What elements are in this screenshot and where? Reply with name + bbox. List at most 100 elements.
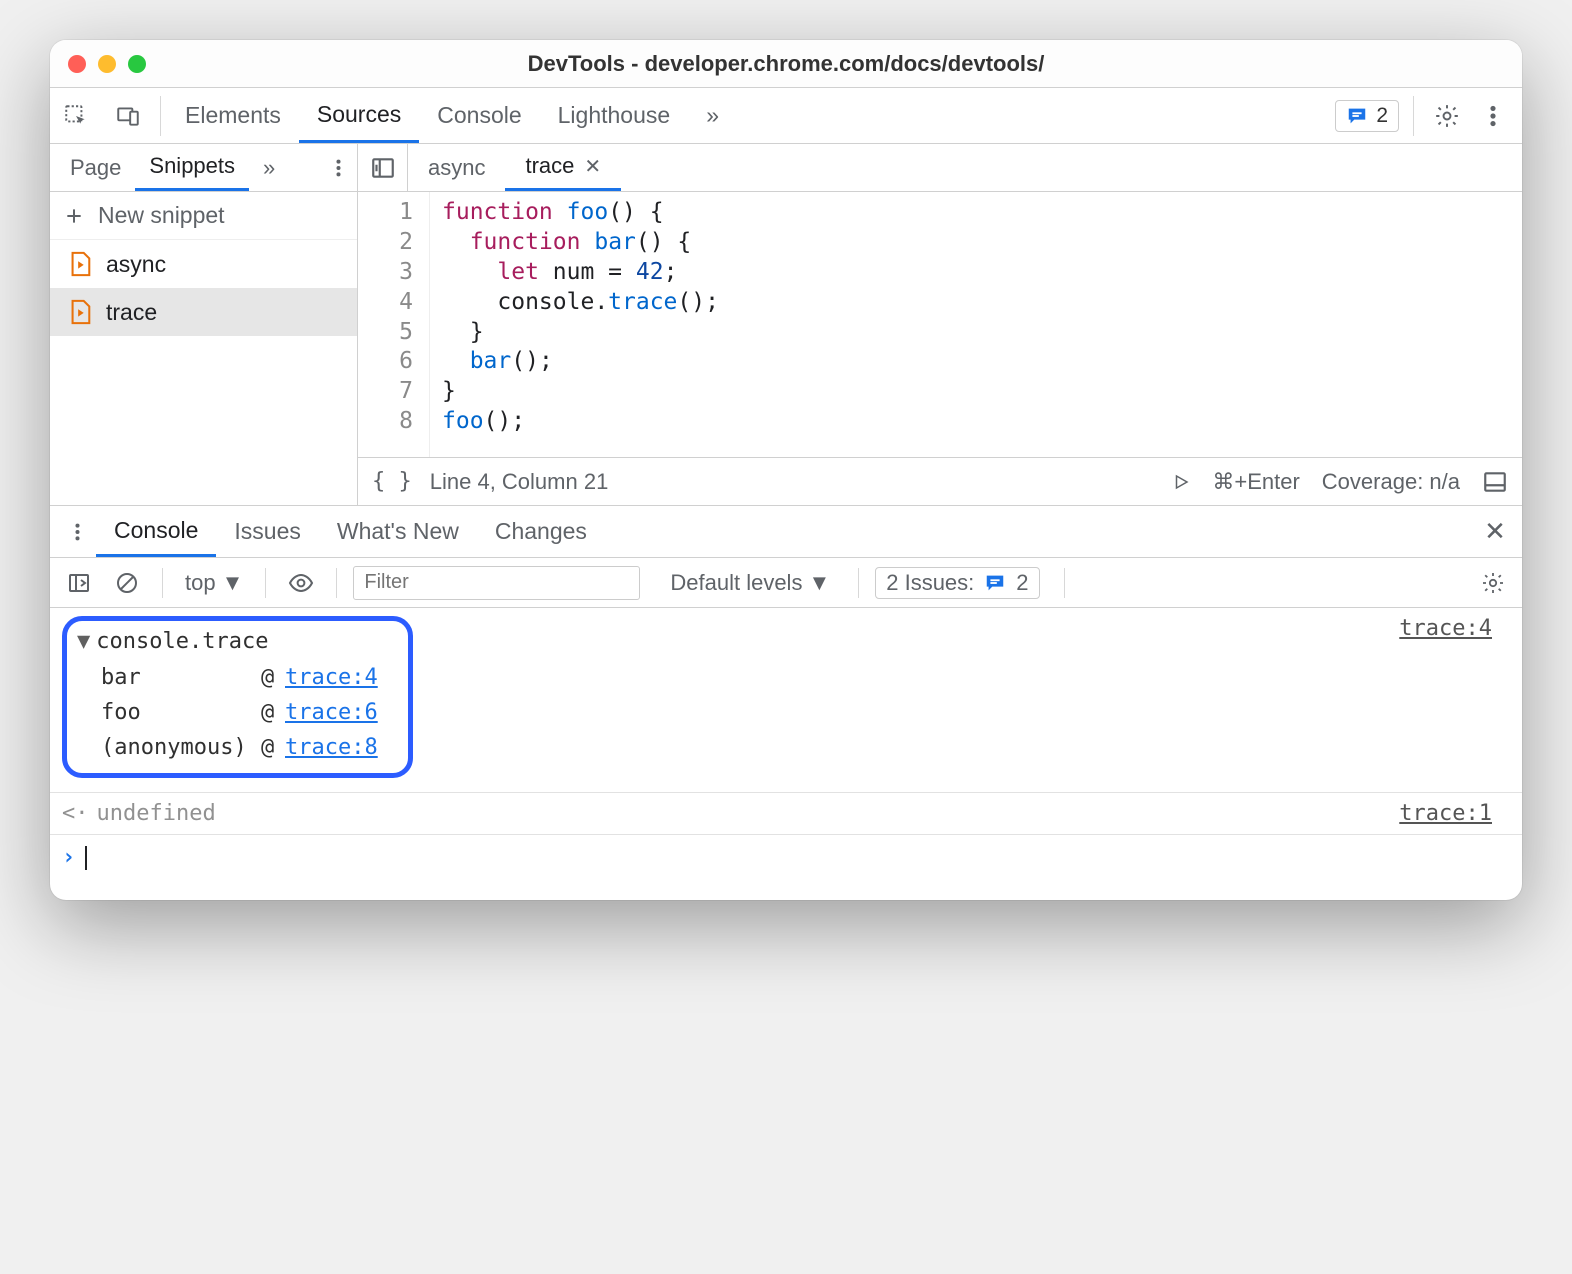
titlebar: DevTools - developer.chrome.com/docs/dev… <box>50 40 1522 88</box>
pretty-print-icon[interactable]: { } <box>372 469 412 494</box>
show-sidebar-icon[interactable] <box>1482 469 1508 495</box>
snippet-file-trace[interactable]: trace <box>50 288 357 336</box>
console-filter-input[interactable] <box>353 566 640 600</box>
return-arrow-icon: <· <box>62 801 89 826</box>
console-output: ▼ console.trace bar @ trace:4 foo @ trac… <box>50 608 1522 900</box>
stack-fn-name: foo <box>101 700 261 725</box>
dropdown-caret-icon: ▼ <box>222 570 244 596</box>
navigator-tabs: Page Snippets » <box>50 144 357 192</box>
minimize-window-button[interactable] <box>98 55 116 73</box>
close-drawer-icon[interactable]: ✕ <box>1476 513 1514 551</box>
more-tabs-button[interactable]: » <box>688 88 737 143</box>
snippet-file-icon <box>68 251 92 277</box>
navigator-menu-icon[interactable] <box>319 149 357 187</box>
stack-frame: (anonymous) @ trace:8 <box>77 730 378 765</box>
drawer-tab-issues[interactable]: Issues <box>216 506 318 557</box>
at-symbol: @ <box>261 735 285 760</box>
console-settings-gear-icon[interactable] <box>1474 564 1512 602</box>
issues-label: 2 Issues: <box>886 570 974 596</box>
log-level-selector[interactable]: Default levels ▼ <box>670 570 830 596</box>
close-window-button[interactable] <box>68 55 86 73</box>
snippet-list: async trace <box>50 240 357 505</box>
separator <box>265 568 266 598</box>
console-toolbar: top ▼ Default levels ▼ 2 Issues: 2 <box>50 558 1522 608</box>
more-menu-icon[interactable] <box>1474 97 1512 135</box>
code-content: function foo() { function bar() { let nu… <box>430 192 731 457</box>
console-trace-entry: ▼ console.trace bar @ trace:4 foo @ trac… <box>50 608 1522 792</box>
plus-icon <box>64 206 84 226</box>
new-snippet-button[interactable]: New snippet <box>50 192 357 240</box>
editor-area: async trace ✕ 12345678 function foo() { … <box>358 144 1522 505</box>
line-gutter: 12345678 <box>358 192 430 457</box>
tab-sources[interactable]: Sources <box>299 88 419 143</box>
editor-tab-label: trace <box>525 153 574 179</box>
navigator-tab-page[interactable]: Page <box>56 144 135 191</box>
editor-statusbar: { } Line 4, Column 21 ⌘+Enter Coverage: … <box>358 457 1522 505</box>
close-tab-icon[interactable]: ✕ <box>584 154 601 179</box>
issues-badge[interactable]: 2 <box>1335 100 1399 132</box>
window-title: DevTools - developer.chrome.com/docs/dev… <box>66 51 1506 77</box>
new-snippet-label: New snippet <box>98 202 225 229</box>
text-cursor <box>85 846 87 870</box>
devtools-window: DevTools - developer.chrome.com/docs/dev… <box>50 40 1522 900</box>
live-expression-icon[interactable] <box>282 564 320 602</box>
stack-source-link[interactable]: trace:8 <box>285 735 378 760</box>
coverage-status: Coverage: n/a <box>1322 469 1460 495</box>
stack-fn-name: bar <box>101 665 261 690</box>
device-toolbar-icon[interactable] <box>102 103 154 129</box>
issues-count: 2 <box>1376 104 1388 128</box>
stack-source-link[interactable]: trace:4 <box>285 665 378 690</box>
snippet-file-async[interactable]: async <box>50 240 357 288</box>
expand-caret-icon[interactable]: ▼ <box>77 629 90 654</box>
trace-source-link[interactable]: trace:4 <box>1399 616 1510 778</box>
cursor-position: Line 4, Column 21 <box>430 469 609 495</box>
settings-gear-icon[interactable] <box>1428 97 1466 135</box>
tab-console[interactable]: Console <box>419 88 539 143</box>
drawer-tabstrip: Console Issues What's New Changes ✕ <box>50 506 1522 558</box>
console-sidebar-toggle-icon[interactable] <box>60 564 98 602</box>
separator <box>160 96 161 136</box>
return-source-link[interactable]: trace:1 <box>1399 801 1510 826</box>
drawer-tab-changes[interactable]: Changes <box>477 506 605 557</box>
drawer-tab-whatsnew[interactable]: What's New <box>319 506 477 557</box>
navigator-sidebar: Page Snippets » New snippet async trace <box>50 144 358 505</box>
stack-frame: foo @ trace:6 <box>77 695 378 730</box>
editor-tab-label: async <box>428 155 485 181</box>
drawer-tab-console[interactable]: Console <box>96 506 216 557</box>
stack-source-link[interactable]: trace:6 <box>285 700 378 725</box>
separator <box>858 568 859 598</box>
prompt-caret-icon: › <box>62 845 75 870</box>
at-symbol: @ <box>261 665 285 690</box>
separator <box>336 568 337 598</box>
editor-tab-trace[interactable]: trace ✕ <box>505 144 621 191</box>
execution-context-selector[interactable]: top ▼ <box>179 568 249 598</box>
window-controls <box>68 55 146 73</box>
code-editor[interactable]: 12345678 function foo() { function bar()… <box>358 192 1522 457</box>
stack-trace-highlight: ▼ console.trace bar @ trace:4 foo @ trac… <box>62 616 413 778</box>
issues-count: 2 <box>1016 570 1028 596</box>
navigator-tab-snippets[interactable]: Snippets <box>135 144 249 191</box>
sources-panel: Page Snippets » New snippet async trace <box>50 144 1522 506</box>
console-prompt[interactable]: › <box>50 834 1522 900</box>
run-snippet-icon[interactable] <box>1172 473 1190 491</box>
separator <box>1413 96 1414 136</box>
separator <box>1064 568 1065 598</box>
log-level-label: Default levels <box>670 570 802 596</box>
editor-tabstrip: async trace ✕ <box>358 144 1522 192</box>
trace-header[interactable]: ▼ console.trace <box>77 629 378 654</box>
tab-lighthouse[interactable]: Lighthouse <box>540 88 689 143</box>
editor-tab-async[interactable]: async <box>408 144 505 191</box>
dropdown-caret-icon: ▼ <box>808 570 830 596</box>
navigator-more-button[interactable]: » <box>249 144 289 191</box>
toggle-navigator-icon[interactable] <box>358 144 408 191</box>
maximize-window-button[interactable] <box>128 55 146 73</box>
return-value: undefined <box>97 801 216 826</box>
tab-elements[interactable]: Elements <box>167 88 299 143</box>
drawer-menu-icon[interactable] <box>58 513 96 551</box>
snippet-file-icon <box>68 299 92 325</box>
console-issues-pill[interactable]: 2 Issues: 2 <box>875 567 1039 599</box>
context-label: top <box>185 570 216 596</box>
inspect-element-icon[interactable] <box>50 103 102 129</box>
main-toolbar: Elements Sources Console Lighthouse » 2 <box>50 88 1522 144</box>
clear-console-icon[interactable] <box>108 564 146 602</box>
